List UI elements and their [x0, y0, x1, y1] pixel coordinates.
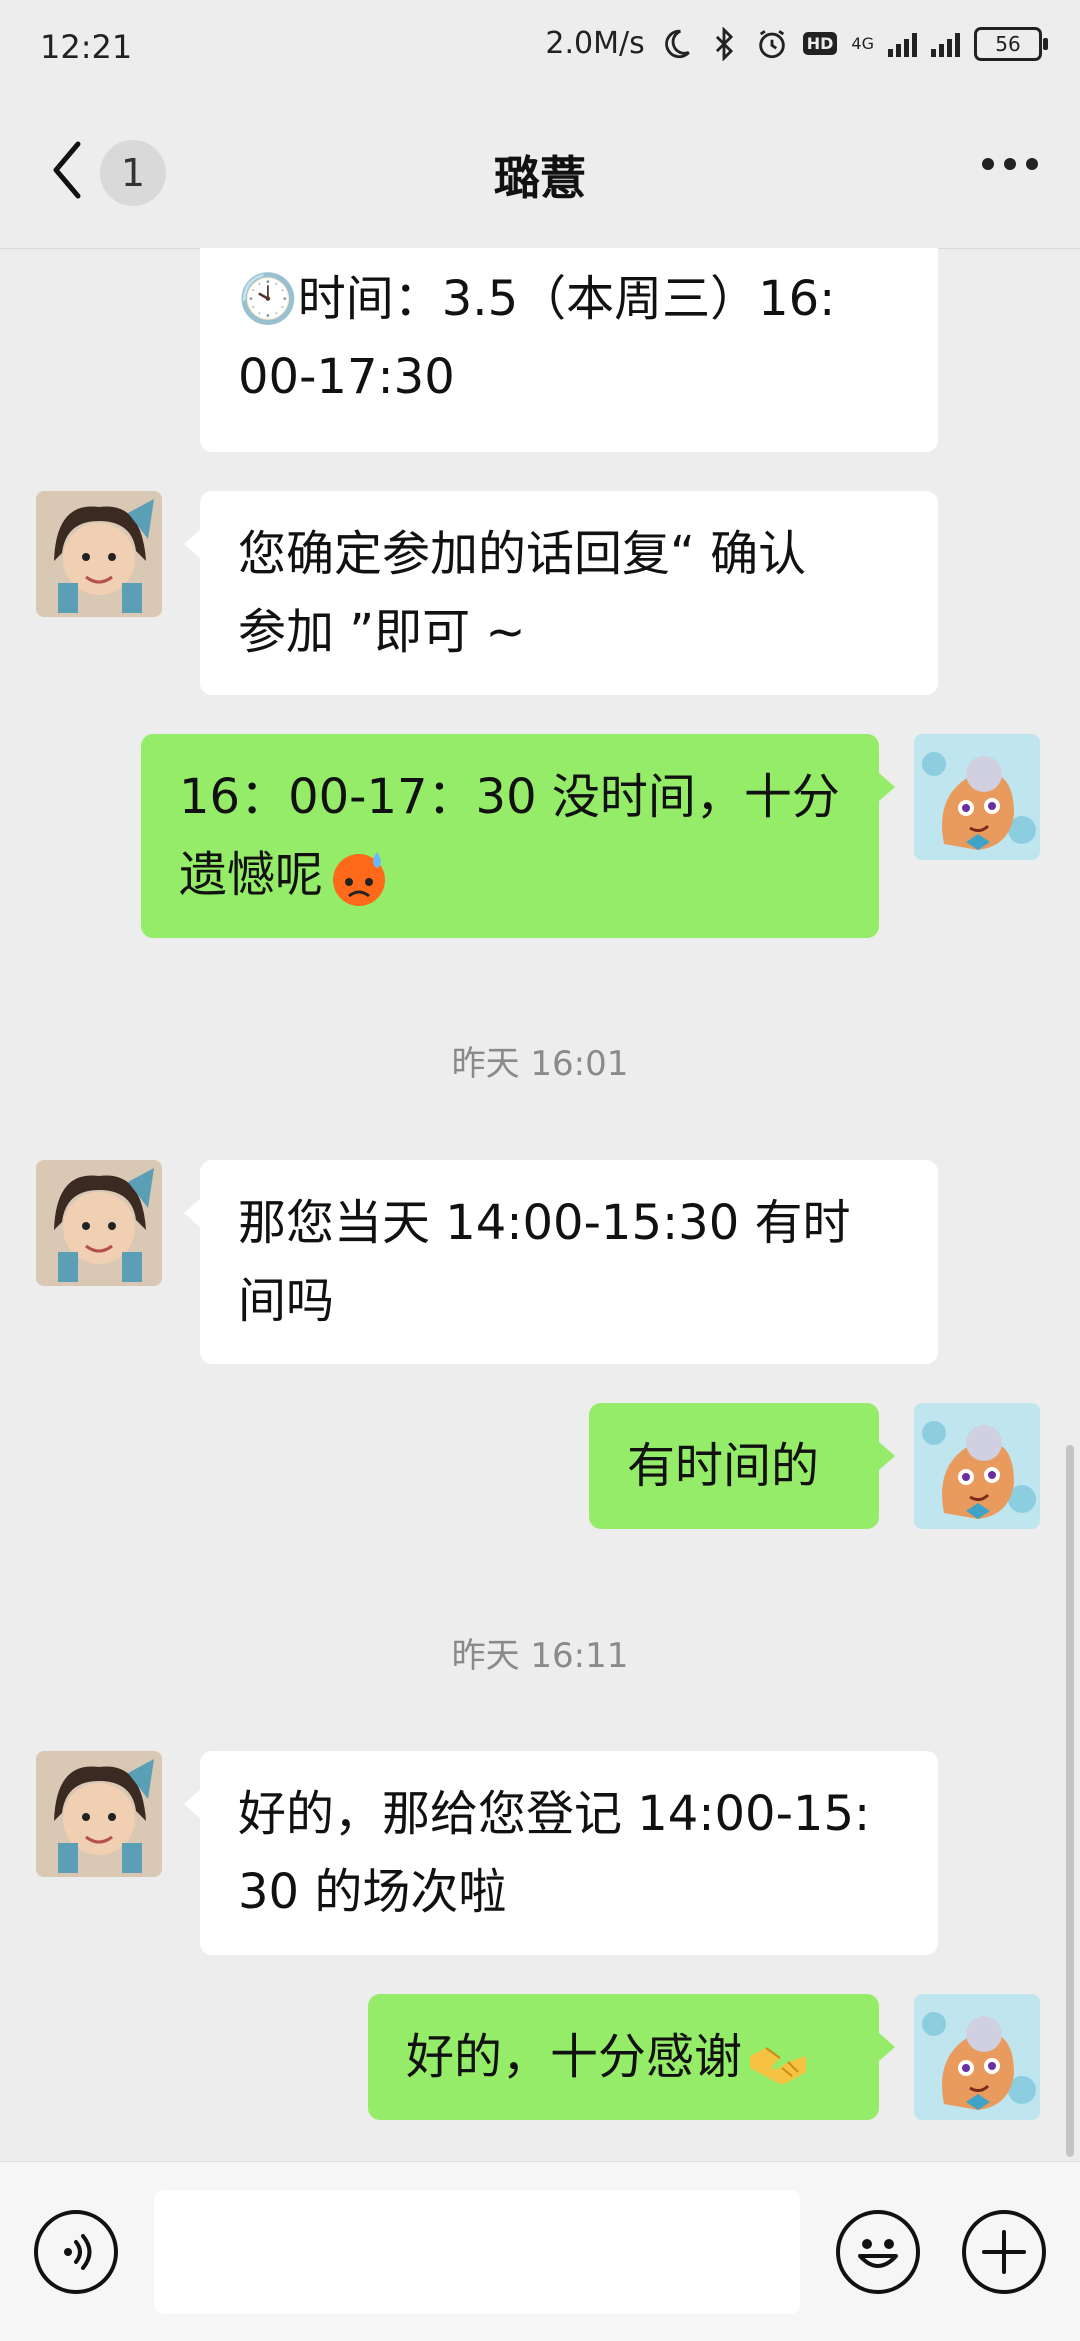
status-icons: 2.0M/s HD 4G 56 — [545, 26, 1048, 61]
bubble-tail — [879, 1442, 895, 1470]
message-line: 那您当天 14:00-15:30 有时 — [238, 1195, 851, 1251]
message-line: 16：00-17：30 没时间，十分 — [179, 769, 840, 825]
chat-scrollbar[interactable] — [1066, 1445, 1074, 2157]
message-timestamp: 昨天 16:01 — [451, 1044, 629, 1084]
network-type: 4G — [851, 33, 874, 53]
signal-icon-2 — [931, 31, 960, 57]
avatar-contact[interactable] — [36, 1751, 162, 1877]
message-bubble-received[interactable]: 您确定参加的话回复“ 确认 参加 ”即可 ~ — [200, 491, 938, 695]
message-bubble-received[interactable]: 那您当天 14:00-15:30 有时 间吗 — [200, 1160, 938, 1364]
battery-icon: 56 — [974, 26, 1048, 61]
message-line: 好的，那给您登记 14:00-15: — [238, 1786, 871, 1842]
net-speed: 2.0M/s — [545, 26, 645, 61]
message-line: 好的，十分感谢 — [406, 2018, 841, 2096]
message-timestamp: 昨天 16:11 — [451, 1636, 629, 1676]
alarm-icon — [759, 29, 785, 58]
message-line: 采暗橱稽踏后。 — [238, 248, 900, 260]
plus-icon — [982, 2230, 1026, 2274]
ellipsis-dot — [1026, 158, 1038, 170]
avatar-contact[interactable] — [36, 1160, 162, 1286]
bubble-tail — [184, 530, 200, 558]
message-bubble-received[interactable]: 采暗橱稽踏后。 🕙时间：3.5（本周三）16: 00-17:30 — [200, 248, 938, 452]
smiley-icon — [858, 2239, 898, 2268]
message-line: 您确定参加的话回复“ 确认 — [238, 526, 807, 582]
more-functions-button[interactable] — [962, 2210, 1046, 2294]
voice-icon — [64, 2234, 92, 2270]
message-line: 遗憾呢 — [179, 836, 841, 914]
chat-header: 1 璐薏 — [0, 96, 1080, 249]
emoji-button[interactable] — [836, 2210, 920, 2294]
avatar-contact[interactable] — [36, 491, 162, 617]
moon-icon — [664, 29, 690, 58]
message-line: 有时间的 — [627, 1438, 820, 1494]
avatar-self[interactable] — [914, 1403, 1040, 1529]
message-bubble-sent[interactable]: 有时间的 — [589, 1403, 879, 1529]
message-line: 参加 ”即可 ~ — [238, 604, 526, 660]
signal-icon — [888, 31, 917, 57]
bubble-tail — [184, 1199, 200, 1227]
message-line: 30 的场次啦 — [238, 1864, 507, 1920]
message-bubble-sent[interactable]: 好的，十分感谢 — [368, 1994, 879, 2120]
message-line: 间吗 — [238, 1273, 335, 1329]
message-line: 🕙时间：3.5（本周三）16: — [238, 271, 836, 327]
hd-badge: HD — [802, 32, 838, 55]
message-bubble-sent[interactable]: 16：00-17：30 没时间，十分 遗憾呢 — [141, 734, 879, 938]
message-bubble-received[interactable]: 好的，那给您登记 14:00-15: 30 的场次啦 — [200, 1751, 938, 1955]
message-input[interactable] — [154, 2190, 800, 2314]
message-line: 00-17:30 — [238, 349, 455, 405]
bubble-tail — [184, 1790, 200, 1818]
handshake-emoji-icon — [750, 2047, 807, 2084]
message-list[interactable]: 采暗橱稽踏后。 🕙时间：3.5（本周三）16: 00-17:30 您确定参加的话… — [0, 248, 1080, 2161]
avatar-self[interactable] — [914, 734, 1040, 860]
avatar-self[interactable] — [914, 1994, 1040, 2120]
input-bar — [0, 2161, 1080, 2341]
bluetooth-icon — [715, 26, 733, 61]
ellipsis-dot — [1004, 158, 1016, 170]
voice-button[interactable] — [34, 2210, 118, 2294]
status-time: 12:21 — [40, 28, 133, 66]
bubble-tail — [879, 773, 895, 801]
status-bar: 12:21 2.0M/s HD 4G 56 — [0, 0, 1080, 96]
bubble-tail — [879, 2033, 895, 2061]
ellipsis-dot — [982, 158, 994, 170]
chat-title: 璐薏 — [494, 151, 586, 205]
more-options-button[interactable] — [982, 158, 1038, 170]
anxious-sweat-emoji-icon — [333, 852, 386, 906]
